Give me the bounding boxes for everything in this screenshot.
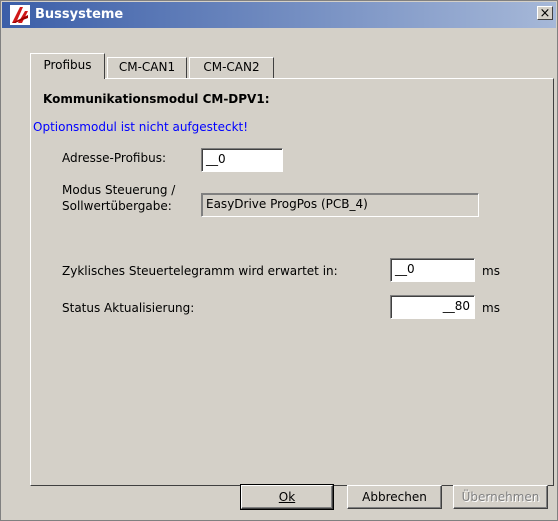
cancel-button[interactable]: Abbrechen bbox=[347, 485, 442, 509]
cancel-button-label: Abbrechen bbox=[362, 490, 427, 504]
cyclic-unit: ms bbox=[482, 264, 500, 278]
tab-profibus[interactable]: Profibus bbox=[30, 53, 105, 79]
status-unit: ms bbox=[482, 301, 500, 315]
status-field[interactable]: __80 bbox=[390, 295, 475, 319]
status-label: Status Aktualisierung: bbox=[62, 301, 195, 315]
mode-label-line2: Sollwertübergabe: bbox=[62, 199, 172, 213]
ok-button-label: Ok bbox=[278, 490, 296, 504]
window-title: Bussysteme bbox=[35, 7, 124, 22]
cyclic-label: Zyklisches Steuertelegramm wird erwartet… bbox=[62, 264, 338, 278]
tab-profibus-label: Profibus bbox=[43, 58, 92, 72]
address-field[interactable]: __0 bbox=[201, 148, 283, 172]
close-icon: × bbox=[539, 6, 551, 21]
apply-button-label: Übernehmen bbox=[461, 490, 540, 504]
cyclic-field[interactable]: __0 bbox=[390, 258, 475, 282]
mode-field: EasyDrive ProgPos (PCB_4) bbox=[201, 193, 479, 217]
module-warning: Optionsmodul ist nicht aufgesteckt! bbox=[33, 120, 249, 134]
tab-cm-can2-label: CM-CAN2 bbox=[203, 60, 260, 74]
app-logo-icon bbox=[10, 5, 30, 25]
tab-cm-can2[interactable]: CM-CAN2 bbox=[189, 57, 274, 78]
tab-cm-can1[interactable]: CM-CAN1 bbox=[107, 57, 187, 78]
mode-label-line1: Modus Steuerung / bbox=[62, 183, 176, 197]
address-label: Adresse-Profibus: bbox=[62, 151, 166, 165]
close-button[interactable]: × bbox=[537, 6, 553, 20]
ok-button[interactable]: Ok bbox=[240, 484, 334, 510]
bussysteme-dialog: Bussysteme × Profibus CM-CAN1 CM-CAN2 Ko… bbox=[0, 0, 558, 521]
apply-button[interactable]: Übernehmen bbox=[453, 485, 548, 509]
module-heading: Kommunikationsmodul CM-DPV1: bbox=[43, 92, 270, 106]
title-bar[interactable]: Bussysteme × bbox=[2, 2, 556, 28]
profibus-panel bbox=[30, 78, 554, 486]
tab-cm-can1-label: CM-CAN1 bbox=[118, 60, 176, 74]
